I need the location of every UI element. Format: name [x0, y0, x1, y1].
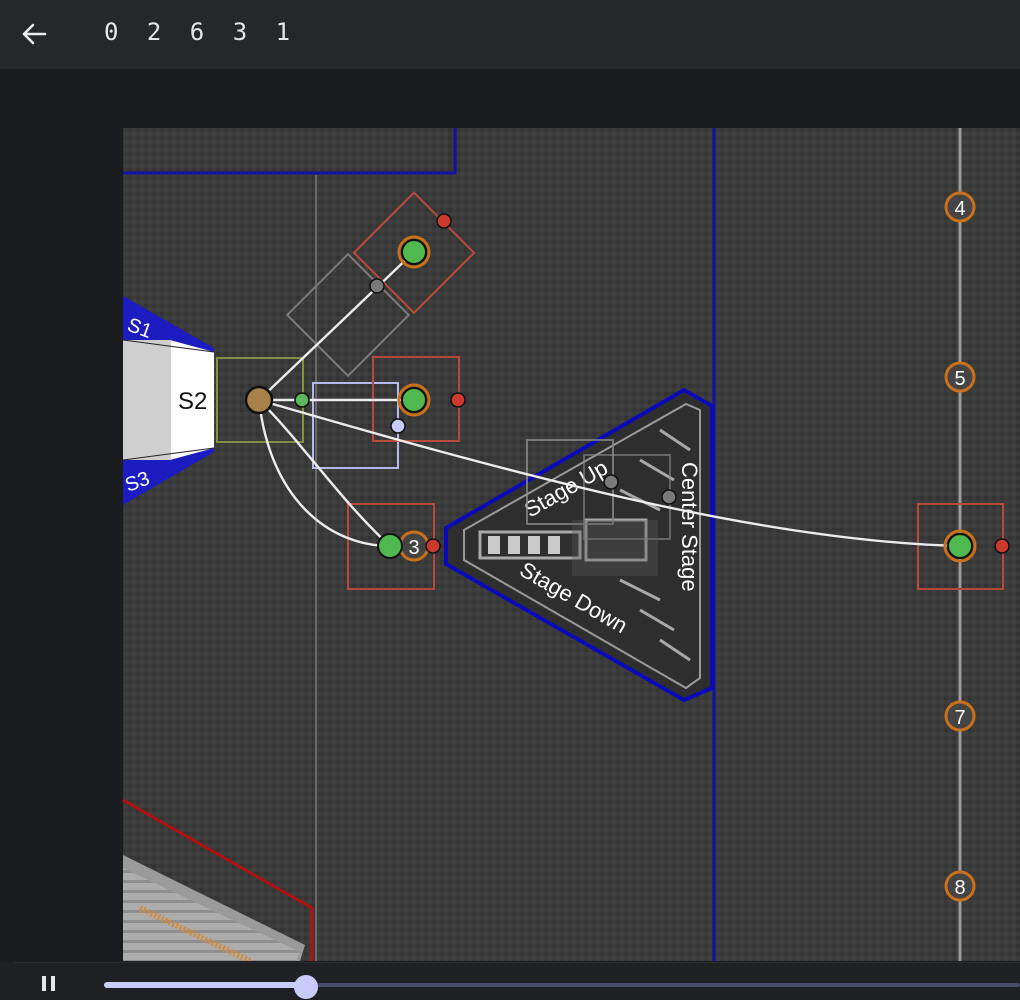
field-marker-4[interactable]: 4: [944, 191, 976, 223]
robot-green-dot[interactable]: [401, 239, 427, 265]
back-button[interactable]: [14, 16, 54, 52]
field-map[interactable]: S1 S2 S3 Stage Up Center Stage Stage Dow…: [0, 69, 1020, 961]
field-marker-7[interactable]: 7: [944, 700, 976, 732]
robot-red-dot[interactable]: [425, 538, 441, 554]
robot-red-dot[interactable]: [994, 538, 1010, 554]
stage-label-center-stage: Center Stage: [677, 462, 702, 592]
zone-label-s2: S2: [178, 388, 207, 415]
field-marker-5[interactable]: 5: [944, 361, 976, 393]
robot-green-dot[interactable]: [377, 533, 403, 559]
field-marker-label: 5: [954, 368, 965, 390]
waypoint-dot[interactable]: [661, 489, 677, 505]
field-marker-label: 3: [408, 537, 419, 559]
waypoint-dot[interactable]: [390, 418, 406, 434]
field-marker-label: 7: [954, 707, 965, 729]
playback-divider: [14, 962, 1020, 963]
robot-ghost-box: [572, 520, 658, 576]
waypoint-dot[interactable]: [369, 278, 385, 294]
arrow-left-icon: [22, 23, 47, 45]
slider-fill: [104, 982, 306, 988]
field-marker-3[interactable]: 3: [398, 530, 430, 562]
robot-origin-dot[interactable]: [244, 385, 274, 415]
field-viewport: S1 S2 S3 Stage Up Center Stage Stage Dow…: [0, 69, 1020, 961]
playback-slider[interactable]: [104, 975, 1020, 999]
field-marker-label: 4: [954, 198, 965, 220]
robot-red-dot[interactable]: [450, 392, 466, 408]
robot-green-dot[interactable]: [401, 387, 427, 413]
field-marker-8[interactable]: 8: [944, 870, 976, 902]
page-title: 0 2 6 3 1: [104, 18, 298, 46]
waypoint-dot[interactable]: [294, 392, 310, 408]
field-marker-label: 8: [954, 877, 965, 899]
pause-button[interactable]: [36, 970, 62, 996]
robot-red-dot[interactable]: [436, 213, 452, 229]
playback-bar: [0, 962, 1020, 1000]
top-bar: 0 2 6 3 1: [0, 0, 1020, 69]
pause-icon: [42, 976, 55, 991]
slider-thumb[interactable]: [293, 975, 318, 999]
robot-green-dot[interactable]: [947, 533, 973, 559]
waypoint-dot[interactable]: [603, 474, 619, 490]
